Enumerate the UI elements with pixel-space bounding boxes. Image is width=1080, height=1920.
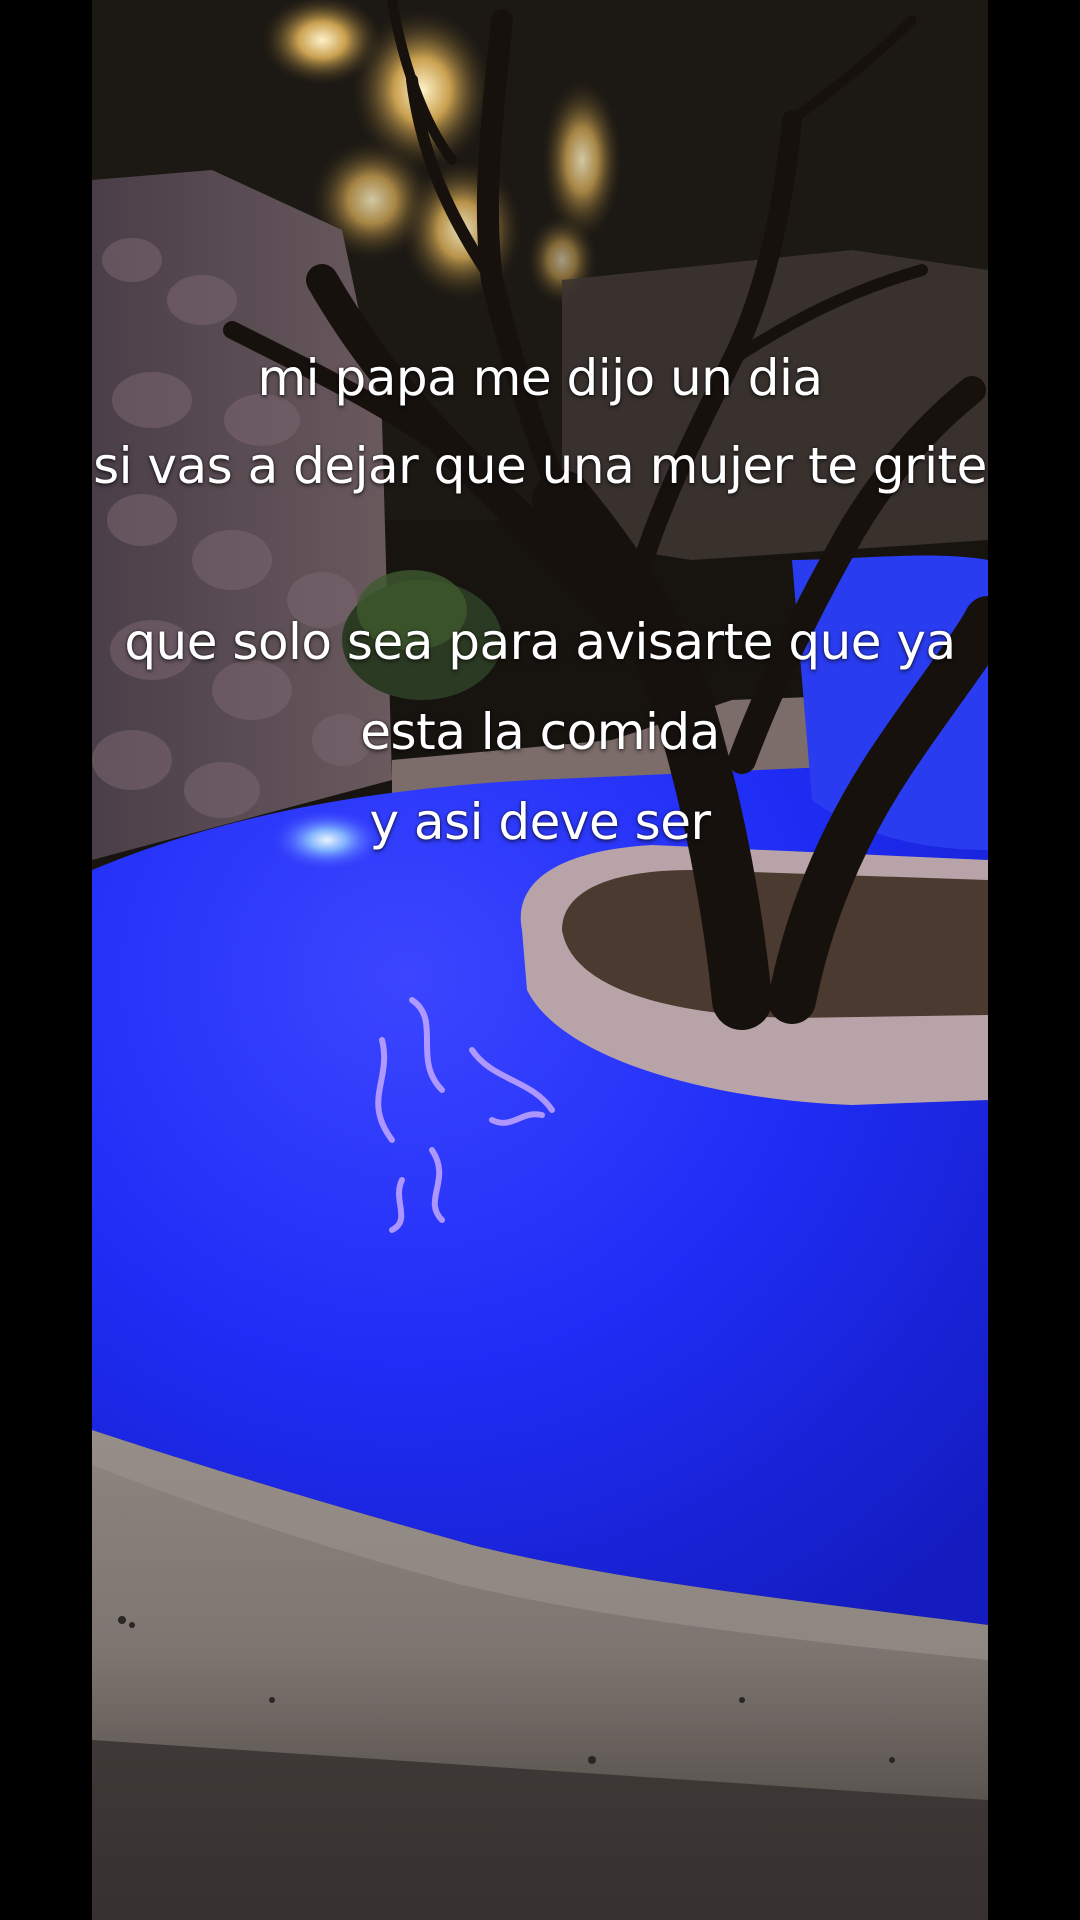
scene-illustration [92, 0, 988, 1920]
caption-line-4: esta la comida [360, 703, 720, 761]
caption-line-1: mi papa me dijo un dia [257, 349, 823, 407]
caption-line-5: y asi deve ser [369, 793, 711, 851]
video-frame [92, 0, 988, 1920]
caption-line-2: si vas a dejar que una mujer te grite [93, 437, 987, 495]
caption-line-3: que solo sea para avisarte que ya [124, 613, 956, 671]
